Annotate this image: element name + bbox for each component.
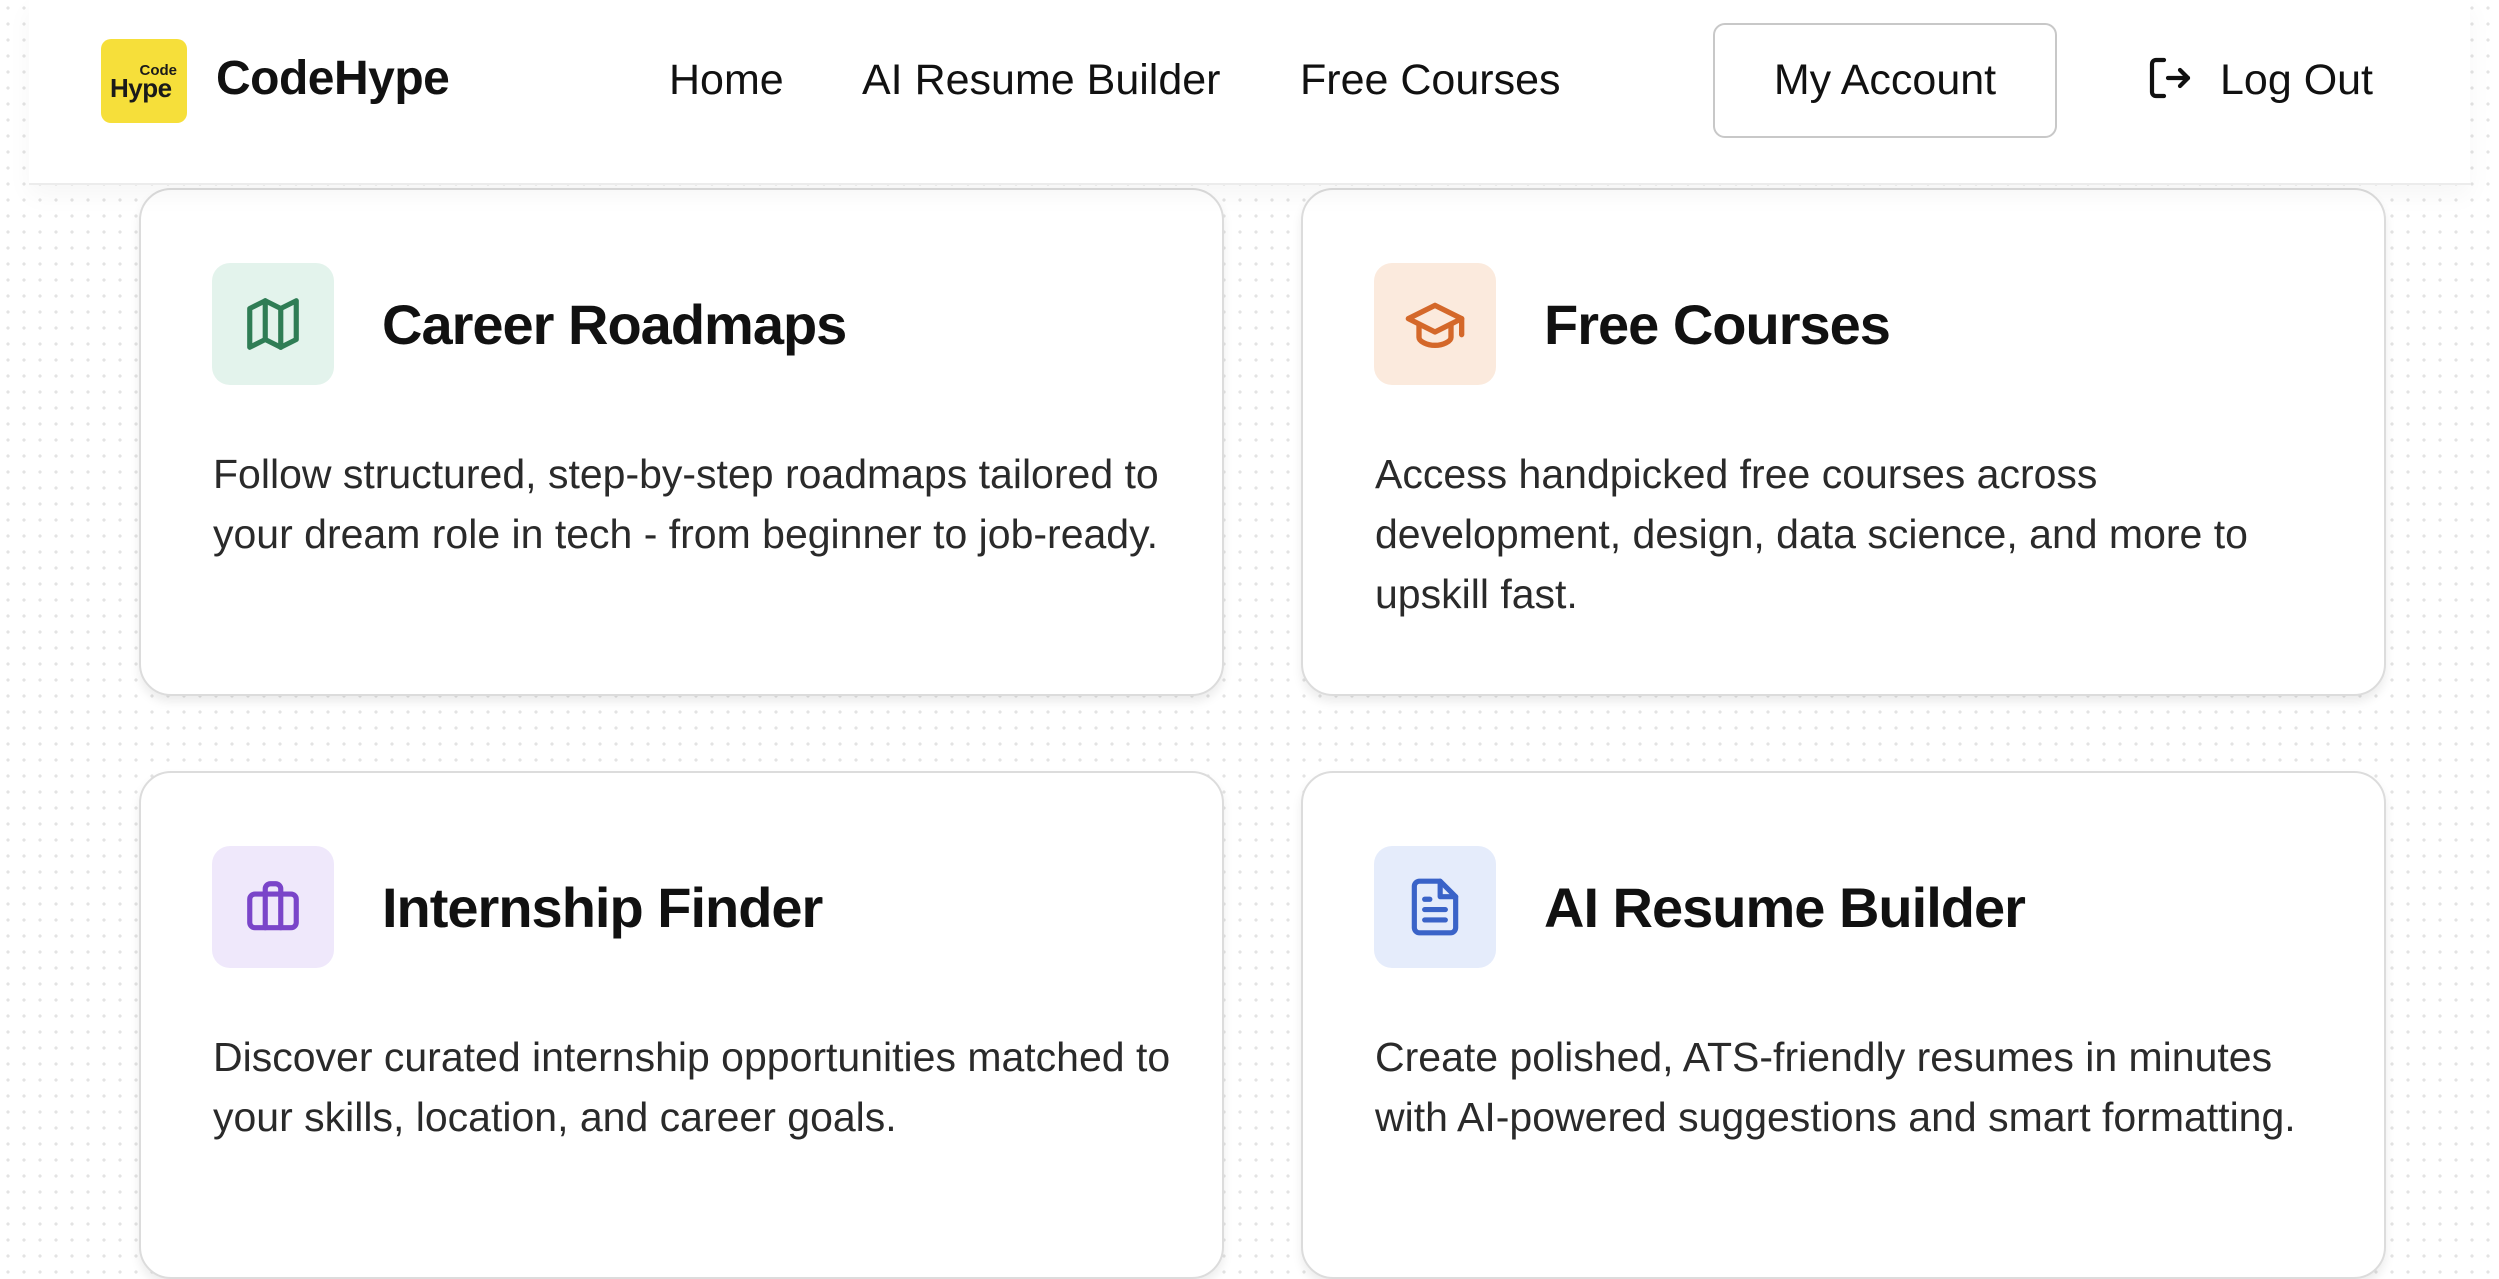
my-account-button[interactable]: My Account [1713,23,2057,138]
log-out-label: Log Out [2220,55,2373,104]
card-description: Create polished, ATS-friendly resumes in… [1375,1034,2296,1140]
card-title: AI Resume Builder [1544,876,2026,939]
card-description: Discover curated internship opportunitie… [213,1034,1171,1140]
feature-card-career-roadmaps[interactable]: Career Roadmaps Follow structured, step-… [139,188,1224,696]
nav-free-courses-link[interactable]: Free Courses [1300,56,1560,105]
card-title: Free Courses [1544,293,1891,356]
logo-hype-text: Hype [110,73,172,103]
graduation-cap-icon [1374,263,1496,385]
logout-icon [2146,54,2194,107]
feature-card-ai-resume-builder[interactable]: AI Resume Builder Create polished, ATS-f… [1301,771,2386,1279]
map-icon [212,263,334,385]
card-title: Career Roadmaps [382,293,847,356]
codehype-logo[interactable]: Code Hype [101,39,187,123]
feature-card-free-courses[interactable]: Free Courses Access handpicked free cour… [1301,188,2386,696]
briefcase-icon [212,846,334,968]
nav-ai-resume-builder-link[interactable]: AI Resume Builder [862,56,1221,105]
top-navbar: Code Hype CodeHype Home AI Resume Builde… [29,0,2470,185]
card-title: Internship Finder [382,876,823,939]
feature-card-internship-finder[interactable]: Internship Finder Discover curated inter… [139,771,1224,1279]
card-description: Follow structured, step-by-step roadmaps… [213,451,1159,557]
brand-name[interactable]: CodeHype [216,51,450,106]
log-out-button[interactable]: Log Out [2146,52,2373,108]
document-icon [1374,846,1496,968]
nav-home-link[interactable]: Home [669,56,784,105]
card-description: Access handpicked free courses across de… [1375,451,2248,617]
